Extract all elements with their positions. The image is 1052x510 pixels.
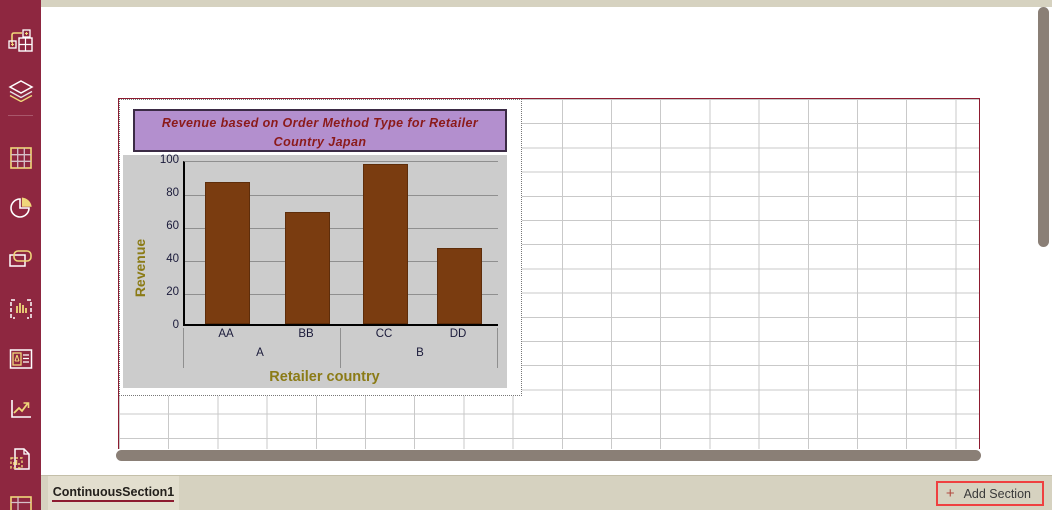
- prompt-control-icon[interactable]: [0, 238, 41, 280]
- table-icon[interactable]: [0, 137, 41, 179]
- bar-BB[interactable]: [285, 211, 330, 324]
- group-divider: [342, 162, 343, 327]
- vertical-scrollbar[interactable]: [1035, 7, 1052, 462]
- horizontal-scrollbar[interactable]: [41, 449, 1035, 462]
- x-tick-label: DD: [449, 328, 467, 340]
- chart-plot-area: Revenue 100 80 60 40 20 0 AA BB CC DD A …: [123, 154, 507, 388]
- x-axis-label: Retailer country: [269, 369, 380, 385]
- y-axis-label: Revenue: [129, 207, 151, 329]
- x-group-label: B: [416, 347, 424, 359]
- y-tick: 0: [172, 319, 179, 331]
- bar-AA[interactable]: [205, 182, 250, 324]
- report-canvas[interactable]: Revenue based on Order Method Type for R…: [41, 7, 1035, 462]
- bar-CC[interactable]: [363, 164, 408, 324]
- text-item-icon[interactable]: [0, 338, 41, 380]
- plus-icon: +: [945, 485, 955, 502]
- add-section-label: Add Section: [963, 486, 1031, 501]
- tab-active-underline: [52, 500, 174, 502]
- y-tick: 80: [166, 187, 179, 199]
- y-tick: 100: [159, 154, 179, 166]
- left-icon-rail: [0, 0, 41, 510]
- chart-inner: Revenue based on Order Method Type for R…: [123, 103, 518, 392]
- trend-chart-icon[interactable]: [0, 388, 41, 430]
- tab-continuoussection1[interactable]: ContinuousSection1: [48, 476, 179, 510]
- pie-chart-icon[interactable]: [0, 187, 41, 229]
- insertable-objects-icon[interactable]: [0, 20, 41, 62]
- x-group-label: A: [256, 347, 264, 359]
- bar-DD[interactable]: [437, 248, 482, 324]
- y-tick: 60: [166, 220, 179, 232]
- y-tick: 40: [166, 253, 179, 265]
- chart-title: Revenue based on Order Method Type for R…: [133, 109, 507, 152]
- y-axis-label-text: Revenue: [132, 238, 149, 298]
- y-axis-ticks: 100 80 60 40 20 0: [151, 154, 179, 332]
- rail-divider: [8, 115, 33, 116]
- report-workspace: Revenue based on Order Method Type for R…: [41, 0, 1052, 510]
- tab-label: ContinuousSection1: [52, 484, 175, 499]
- add-section-button[interactable]: + Add Section: [935, 481, 1044, 506]
- chart-object[interactable]: Revenue based on Order Method Type for R…: [119, 99, 522, 396]
- chart-title-line-1: Revenue based on Order Method Type for R…: [161, 116, 479, 130]
- x-axis-category-labels: AA BB CC DD: [183, 328, 498, 368]
- x-tick-label: AA: [218, 328, 234, 340]
- x-tick-label: BB: [298, 328, 314, 340]
- top-strip: [41, 0, 1052, 7]
- vertical-scrollbar-thumb[interactable]: [1038, 7, 1049, 247]
- chart-title-line-2: Country Japan: [273, 135, 367, 149]
- x-tick-label: CC: [375, 328, 393, 340]
- section-tab-bar: ContinuousSection1 + Add Section: [41, 475, 1052, 510]
- visualization-icon[interactable]: [0, 288, 41, 330]
- y-tick: 20: [166, 286, 179, 298]
- plot-region: [183, 161, 498, 326]
- report-object-icon[interactable]: [0, 438, 41, 480]
- pages-layers-icon[interactable]: [0, 70, 41, 112]
- x-axis-group-labels: A B: [183, 347, 498, 369]
- list-table-icon[interactable]: [0, 484, 41, 510]
- horizontal-scrollbar-thumb[interactable]: [116, 450, 981, 461]
- application-window: Revenue based on Order Method Type for R…: [0, 0, 1052, 510]
